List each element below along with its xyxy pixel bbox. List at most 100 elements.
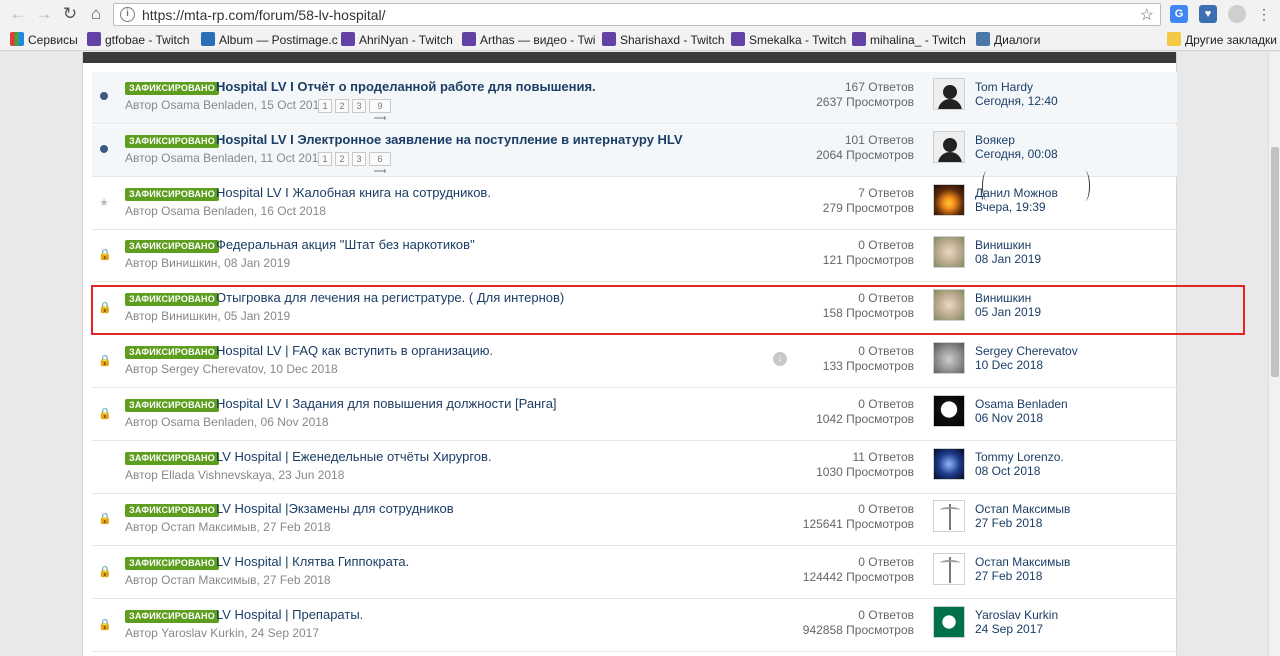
last-post-date[interactable]: Вчера, 19:39 — [975, 200, 1058, 214]
name-decoration-right — [1080, 171, 1090, 201]
url-text[interactable]: https://mta-rp.com/forum/58-lv-hospital/ — [142, 7, 386, 23]
bookmark-sharishaxd[interactable]: Sharishaxd - Twitch — [602, 32, 725, 48]
last-post: Tom Hardy Сегодня, 12:40 — [975, 80, 1058, 108]
reload-icon[interactable]: ↻ — [60, 4, 80, 24]
page-link[interactable]: 3 — [352, 99, 366, 113]
avatar-dark[interactable] — [933, 78, 965, 110]
topic-status: 🔒 — [98, 248, 112, 261]
topic-stats: 0 Ответов 125641 Просмотров — [732, 502, 914, 532]
avatar-caduceus[interactable] — [933, 500, 965, 533]
unread-dot-icon — [100, 144, 108, 153]
topic-row[interactable]: 🔒 ЗАФИКСИРОВАНО Hospital LV I Задания дл… — [92, 389, 1177, 441]
topic-row[interactable]: 🔒 ЗАФИКСИРОВАНО Hospital LV | FAQ как вс… — [92, 336, 1177, 388]
info-icon[interactable]: i — [120, 7, 135, 22]
topic-row[interactable]: 🔒 ЗАФИКСИРОВАНО LV Hospital | Препараты.… — [92, 600, 1177, 652]
bookmark-arthas[interactable]: Arthas — видео - Twi — [462, 32, 595, 48]
menu-icon[interactable]: ⋮ — [1254, 4, 1274, 24]
last-post-user[interactable]: Sergey Cherevatov — [975, 344, 1078, 358]
bookmark-label: gtfobae - Twitch — [105, 33, 190, 47]
pinned-badge: ЗАФИКСИРОВАНО — [125, 346, 219, 359]
last-post-date[interactable]: 27 Feb 2018 — [975, 516, 1070, 530]
page-scrollbar[interactable] — [1268, 52, 1280, 656]
avatar-starbucks[interactable] — [933, 606, 965, 638]
page-link[interactable]: 9 ⟶ — [369, 99, 391, 123]
topic-title-link[interactable]: LV Hospital |Экзамены для сотрудников — [216, 501, 454, 516]
topic-row[interactable]: ★ ЗАФИКСИРОВАНО Hospital LV I Жалобная к… — [92, 178, 1177, 230]
bookmark-postimage[interactable]: Album — Postimage.c — [201, 32, 338, 48]
avatar-caduceus[interactable] — [933, 553, 965, 586]
home-icon[interactable]: ⌂ — [86, 4, 106, 24]
bookmark-ahrinyan[interactable]: AhriNyan - Twitch — [341, 32, 453, 48]
avatar-dark[interactable] — [933, 130, 965, 163]
translate-icon[interactable]: G — [1170, 5, 1188, 23]
bookmark-services[interactable]: Сервисы — [10, 32, 78, 48]
last-post-user[interactable]: Остап Максимыв — [975, 502, 1070, 516]
topic-status — [98, 460, 110, 472]
topic-row[interactable]: 🔒 ЗАФИКСИРОВАНО LV Hospital |Экзамены дл… — [92, 494, 1177, 547]
replies-count: 7 Ответов — [858, 185, 914, 200]
last-post-date[interactable]: 24 Sep 2017 — [975, 622, 1058, 636]
bookmark-mihalina[interactable]: mihalina_ - Twitch — [852, 32, 966, 48]
twitch-icon — [462, 32, 476, 46]
last-post-date[interactable]: 10 Dec 2018 — [975, 358, 1078, 372]
replies-count: 0 Ответов — [858, 396, 914, 411]
topic-title-link[interactable]: Hospital LV I Жалобная книга на сотрудни… — [216, 185, 491, 200]
topic-row[interactable]: ЗАФИКСИРОВАНО Hospital LV I Отчёт о прод… — [92, 72, 1177, 124]
topic-row[interactable]: 🔒 ЗАФИКСИРОВАНО Федеральная акция "Штат … — [92, 230, 1177, 283]
last-post-date[interactable]: Сегодня, 12:40 — [975, 94, 1058, 108]
page-link[interactable]: 2 — [335, 151, 349, 166]
back-icon[interactable]: ← — [8, 4, 28, 24]
bookmark-label: mihalina_ - Twitch — [870, 33, 966, 47]
heart-extension-icon[interactable]: ♥ — [1199, 5, 1217, 23]
topic-title-link[interactable]: Hospital LV I Отчёт о проделанной работе… — [216, 79, 596, 94]
address-bar[interactable]: i https://mta-rp.com/forum/58-lv-hospita… — [113, 3, 1161, 26]
scroll-thumb[interactable] — [1271, 147, 1279, 377]
other-bookmarks[interactable]: Другие закладки — [1167, 32, 1277, 48]
last-post-user[interactable]: Osama Benladen — [975, 397, 1068, 411]
bookmark-smekalka[interactable]: Smekalka - Twitch — [731, 32, 846, 48]
page-link[interactable]: 2 — [335, 99, 349, 113]
bookmark-label: Smekalka - Twitch — [749, 33, 847, 47]
avatar-candle[interactable] — [933, 183, 965, 216]
last-post-user[interactable]: Остап Максимыв — [975, 555, 1070, 569]
last-post-date[interactable]: Сегодня, 00:08 — [975, 147, 1058, 161]
topic-row[interactable]: ЗАФИКСИРОВАНО LV Hospital | Еженедельные… — [92, 442, 1177, 494]
topic-title-link[interactable]: Hospital LV I Задания для повышения долж… — [216, 396, 557, 411]
avatar-pig[interactable] — [933, 236, 965, 269]
topic-row[interactable]: 🔒 ЗАФИКСИРОВАНО LV Hospital | Клятва Гип… — [92, 547, 1177, 600]
last-post-user[interactable]: Yaroslav Kurkin — [975, 608, 1058, 622]
replies-count: 0 Ответов — [858, 502, 914, 517]
avatar-skull[interactable] — [933, 394, 965, 427]
last-post-user[interactable]: Воякер — [975, 133, 1058, 147]
last-post-user[interactable]: Tommy Lorenzo. — [975, 450, 1064, 464]
topic-title-link[interactable]: Федеральная акция "Штат без наркотиков" — [216, 237, 475, 252]
last-post-date[interactable]: 08 Jan 2019 — [975, 252, 1041, 266]
bookmark-dialogs[interactable]: Диалоги — [976, 32, 1040, 48]
topic-title-link[interactable]: LV Hospital | Еженедельные отчёты Хирург… — [216, 449, 492, 464]
avatar-cat[interactable] — [933, 342, 965, 374]
topic-title-link[interactable]: Hospital LV | FAQ как вступить в организ… — [216, 343, 493, 358]
avatar-blue[interactable] — [933, 447, 965, 480]
page-link[interactable]: 1 — [318, 151, 332, 166]
topic-row[interactable]: ЗАФИКСИРОВАНО Hospital LV I Электронное … — [92, 124, 1177, 177]
topic-author: Автор Osama Benladen, 11 Oct 2018 — [125, 150, 326, 165]
topic-title-link[interactable]: LV Hospital | Препараты. — [216, 607, 363, 622]
pinned-badge: ЗАФИКСИРОВАНО — [125, 398, 219, 412]
topic-title-link[interactable]: Hospital LV I Электронное заявление на п… — [216, 132, 683, 147]
bookmark-label: Другие закладки — [1185, 33, 1277, 47]
page-link[interactable]: 6 ⟶ — [369, 151, 391, 176]
bookmark-star-icon[interactable]: ☆ — [1140, 5, 1154, 25]
page-link[interactable]: 3 — [352, 151, 366, 166]
topic-title-link[interactable]: LV Hospital | Клятва Гиппократа. — [216, 554, 409, 569]
forum-header-bar — [83, 52, 1176, 63]
last-post-date[interactable]: 08 Oct 2018 — [975, 464, 1064, 478]
page-link[interactable]: 1 — [318, 99, 332, 113]
forward-icon[interactable]: → — [34, 4, 54, 24]
pinned-badge: ЗАФИКСИРОВАНО — [125, 240, 219, 254]
extension-icon[interactable] — [1228, 5, 1246, 23]
last-post-user[interactable]: Винишкин — [975, 238, 1041, 252]
last-post-date[interactable]: 27 Feb 2018 — [975, 569, 1070, 583]
bookmark-gtfobae[interactable]: gtfobae - Twitch — [87, 32, 190, 48]
last-post-user[interactable]: Tom Hardy — [975, 80, 1058, 94]
last-post-date[interactable]: 06 Nov 2018 — [975, 411, 1068, 425]
